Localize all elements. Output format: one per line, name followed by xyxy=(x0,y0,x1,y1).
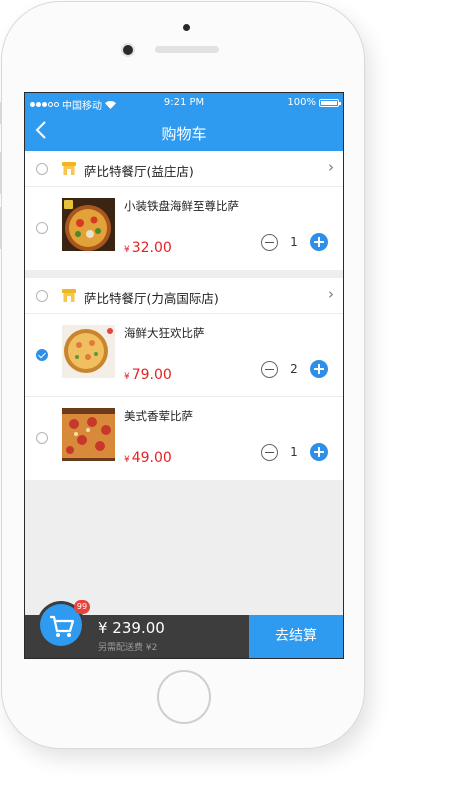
quantity-stepper: 1 xyxy=(261,233,328,251)
store-group: 萨比特餐厅(力高国际店) › 海鲜大狂欢比萨 ¥ 79.00 2 美式香荤比萨 … xyxy=(25,278,343,480)
battery-percent: 100% xyxy=(287,97,316,108)
proximity-sensor xyxy=(183,24,190,31)
store-header: 萨比特餐厅(力高国际店) › xyxy=(25,278,343,314)
battery-icon xyxy=(319,98,341,107)
earpiece-speaker xyxy=(155,46,219,53)
page-title: 购物车 xyxy=(161,125,207,143)
cart-list: 萨比特餐厅(益庄店) › 小装铁盘海鲜至尊比萨 ¥ 32.00 1 萨比特餐厅(… xyxy=(25,151,343,488)
plus-icon[interactable] xyxy=(310,360,328,378)
cart-item: 小装铁盘海鲜至尊比萨 ¥32.00 1 xyxy=(25,187,343,270)
store-header: 萨比特餐厅(益庄店) › xyxy=(25,151,343,187)
store-icon xyxy=(62,162,76,175)
item-select-radio[interactable] xyxy=(36,432,48,444)
item-name[interactable]: 小装铁盘海鲜至尊比萨 xyxy=(124,198,239,214)
nav-bar: 购物车 xyxy=(25,113,343,151)
volume-up-button xyxy=(0,152,2,194)
quantity-value: 1 xyxy=(290,235,298,249)
quantity-stepper: 2 xyxy=(261,360,328,378)
store-name[interactable]: 萨比特餐厅(益庄店) xyxy=(84,161,194,180)
minus-icon[interactable] xyxy=(261,233,278,251)
item-name[interactable]: 美式香荤比萨 xyxy=(124,408,193,424)
quantity-stepper: 1 xyxy=(261,443,328,461)
cart-item: 海鲜大狂欢比萨 ¥79.00 2 xyxy=(25,314,343,397)
item-select-radio[interactable] xyxy=(36,349,48,361)
store-select-radio[interactable] xyxy=(36,290,48,302)
plus-icon[interactable] xyxy=(310,443,328,461)
checkout-button[interactable]: 去结算 xyxy=(249,615,343,658)
cart-count-badge: 99 xyxy=(74,600,90,614)
item-name[interactable]: 海鲜大狂欢比萨 xyxy=(124,325,205,341)
store-group: 萨比特餐厅(益庄店) › 小装铁盘海鲜至尊比萨 ¥ 32.00 1 xyxy=(25,151,343,270)
item-price: ¥32.00 xyxy=(124,240,172,256)
front-camera-icon xyxy=(123,45,133,55)
quantity-value: 2 xyxy=(290,362,298,376)
item-price: ¥49.00 xyxy=(124,450,172,466)
status-bar: 中国移动 9:21 PM 100% xyxy=(25,93,343,113)
plus-icon[interactable] xyxy=(310,233,328,251)
store-select-radio[interactable] xyxy=(36,163,48,175)
store-icon xyxy=(62,289,76,302)
chevron-right-icon[interactable]: › xyxy=(328,158,334,176)
mute-switch xyxy=(0,102,2,124)
delivery-fee-note: 另需配送费 ¥2 xyxy=(98,643,158,653)
volume-down-button xyxy=(0,207,2,249)
cart-total: ¥ 239.00 xyxy=(98,619,165,637)
item-select-radio[interactable] xyxy=(36,222,48,234)
chevron-right-icon[interactable]: › xyxy=(328,285,334,303)
item-price: ¥79.00 xyxy=(124,367,172,383)
pizza-image[interactable] xyxy=(62,198,115,251)
minus-icon[interactable] xyxy=(261,443,278,461)
cart-item: 美式香荤比萨 ¥49.00 1 xyxy=(25,397,343,480)
app-screen: 中国移动 9:21 PM 100% 购物车 萨比特餐厅(益庄店) › 小装铁盘海… xyxy=(24,92,344,659)
store-name[interactable]: 萨比特餐厅(力高国际店) xyxy=(84,288,219,307)
quantity-value: 1 xyxy=(290,445,298,459)
pizza-image[interactable] xyxy=(62,408,115,461)
home-button[interactable] xyxy=(157,670,211,724)
pizza-image[interactable] xyxy=(62,325,115,378)
minus-icon[interactable] xyxy=(261,360,278,378)
